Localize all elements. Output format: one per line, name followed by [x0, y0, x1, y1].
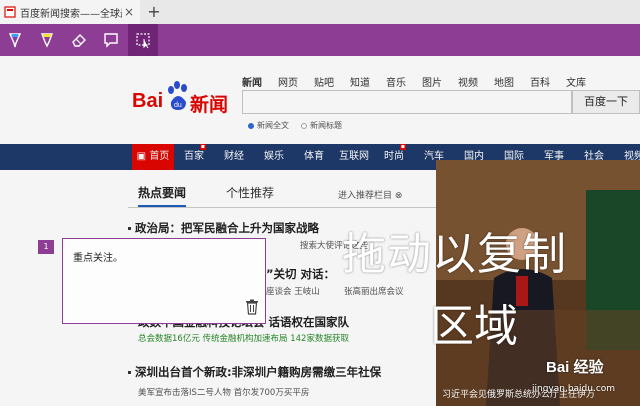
note-text[interactable]: 重点关注。: [73, 249, 123, 264]
eraser-icon: [72, 34, 86, 47]
eraser-tool-button[interactable]: [64, 24, 94, 56]
highlighter-tool-button[interactable]: [32, 24, 62, 56]
comment-icon: [104, 33, 118, 48]
tab-title: 百度新闻搜索——全球最: [20, 8, 122, 20]
baidu-jingyan-watermark: Bai 经验 jingyan.baidu.com: [532, 356, 640, 404]
highlighter-icon: [40, 33, 54, 48]
web-note-toolbar: [0, 24, 640, 56]
drag-to-copy-hint-region: 区域: [430, 301, 518, 352]
trash-icon[interactable]: [245, 299, 259, 315]
drag-to-copy-hint: 拖动以复制: [342, 229, 567, 280]
clip-icon: [136, 33, 150, 49]
pen-icon: [8, 33, 22, 48]
note-number-marker[interactable]: 1: [38, 240, 54, 254]
note-popup[interactable]: 重点关注。: [62, 238, 266, 324]
add-note-tool-button[interactable]: [96, 24, 126, 56]
page-favicon-icon: [4, 6, 16, 18]
browser-tab-strip: 百度新闻搜索——全球最 × +: [0, 0, 640, 24]
watermark-brand: Bai 经验: [546, 359, 604, 376]
watermark-url: jingyan.baidu.com: [532, 384, 616, 394]
pen-tool-button[interactable]: [0, 24, 30, 56]
new-tab-button[interactable]: +: [144, 0, 164, 24]
browser-tab[interactable]: 百度新闻搜索——全球最 ×: [0, 0, 140, 24]
close-tab-icon[interactable]: ×: [122, 5, 136, 19]
clip-tool-button[interactable]: [128, 24, 158, 56]
